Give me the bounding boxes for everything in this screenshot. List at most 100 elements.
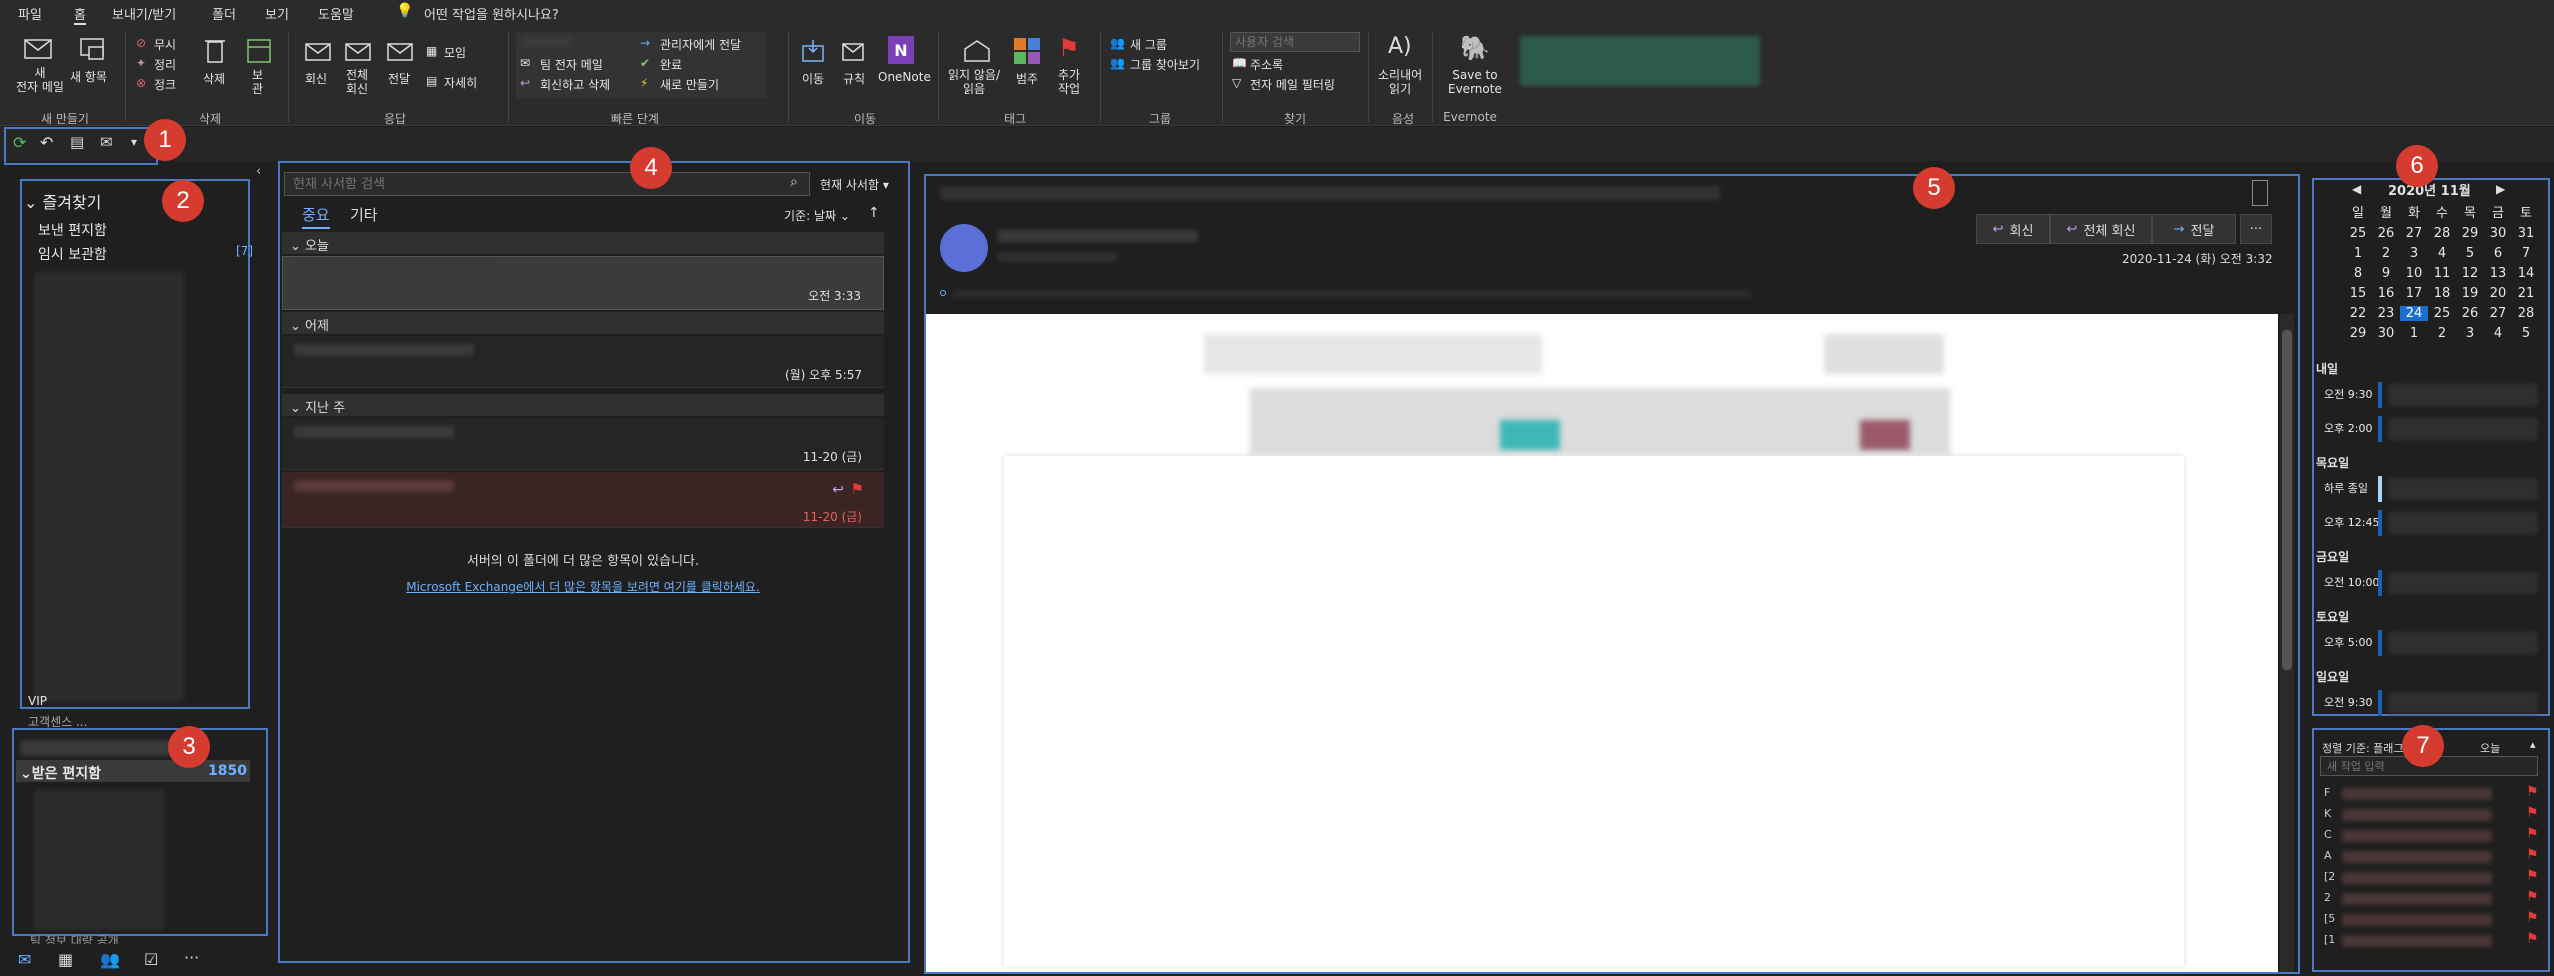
calendar-day[interactable]: 2: [2372, 246, 2400, 261]
task-item[interactable]: C ⚑: [2320, 826, 2544, 846]
onenote-icon[interactable]: N: [888, 36, 914, 64]
calendar-day[interactable]: 22: [2344, 306, 2372, 321]
calendar-day[interactable]: 9: [2372, 266, 2400, 281]
calendar-day[interactable]: 11: [2428, 266, 2456, 281]
calendar-day[interactable]: 1: [2344, 246, 2372, 261]
reply-button[interactable]: 회신: [305, 70, 327, 87]
delete-button[interactable]: 삭제: [203, 70, 225, 87]
trash-icon[interactable]: [200, 34, 230, 66]
calendar-day[interactable]: 4: [2428, 246, 2456, 261]
reply-all-icon[interactable]: [342, 38, 374, 66]
flag-icon[interactable]: ⚑: [1058, 34, 1080, 62]
collapse-icon[interactable]: ▴: [2530, 738, 2536, 751]
task-item[interactable]: [2 ⚑: [2320, 868, 2544, 888]
message-item[interactable]: 오전 3:33: [282, 256, 884, 310]
more-items-link[interactable]: Microsoft Exchange에서 더 많은 항목을 보려면 여기를 클릭…: [282, 578, 884, 595]
flag-icon[interactable]: ⚑: [2526, 847, 2539, 863]
task-item[interactable]: A ⚑: [2320, 847, 2544, 867]
calendar-day[interactable]: 14: [2512, 266, 2540, 281]
browse-groups-button[interactable]: 그룹 찾아보기: [1130, 56, 1200, 73]
tell-me-search[interactable]: 어떤 작업을 원하시나요?: [424, 4, 559, 23]
calendar-day[interactable]: 27: [2400, 226, 2428, 241]
read-unread-button[interactable]: 읽지 않음/ 읽음: [948, 68, 1000, 96]
calendar-day[interactable]: 4: [2484, 326, 2512, 341]
calendar-day[interactable]: 3: [2456, 326, 2484, 341]
rules-button[interactable]: 규칙: [843, 70, 865, 87]
read-aloud-icon[interactable]: A): [1388, 34, 1412, 59]
calendar-day[interactable]: 30: [2484, 226, 2512, 241]
folder-sent[interactable]: 보낸 편지함: [38, 220, 107, 240]
agenda-item[interactable]: 하루 종일: [2312, 474, 2544, 504]
flag-icon[interactable]: ⚑: [851, 480, 864, 498]
flag-icon[interactable]: ⚑: [2526, 805, 2539, 821]
message-item-flagged[interactable]: ↩ ⚑ 11-20 (금): [282, 472, 884, 528]
task-item[interactable]: [1 ⚑: [2320, 931, 2544, 951]
prev-month-icon[interactable]: ◀: [2352, 182, 2361, 196]
new-email-button[interactable]: 새 전자 메일: [14, 66, 66, 94]
calendar-day[interactable]: 25: [2428, 306, 2456, 321]
calendar-day[interactable]: 26: [2456, 306, 2484, 321]
read-unread-icon[interactable]: [962, 36, 992, 66]
calendar-day[interactable]: 12: [2456, 266, 2484, 281]
agenda-item[interactable]: 오후 2:00: [2312, 414, 2544, 444]
flag-icon[interactable]: ⚑: [2526, 910, 2539, 926]
flag-icon[interactable]: ⚑: [2526, 868, 2539, 884]
calendar-icon[interactable]: ▦: [58, 950, 73, 969]
evernote-icon[interactable]: 🐘: [1460, 34, 1490, 62]
move-button[interactable]: 이동: [802, 70, 824, 87]
agenda-item[interactable]: 오전 10:00: [2312, 568, 2544, 598]
next-month-icon[interactable]: ▶: [2496, 182, 2505, 196]
message-item[interactable]: 11-20 (금): [282, 418, 884, 470]
calendar-day[interactable]: 16: [2372, 286, 2400, 301]
forward-button[interactable]: 전달: [388, 70, 410, 87]
more-modules-icon[interactable]: ···: [184, 948, 199, 967]
calendar-day[interactable]: 1: [2400, 326, 2428, 341]
scrollbar-thumb[interactable]: [2282, 330, 2292, 670]
calendar-day[interactable]: 28: [2512, 306, 2540, 321]
sort-dropdown[interactable]: 기준: 날짜 ⌄: [784, 207, 850, 224]
flag-icon[interactable]: ⚑: [2526, 931, 2539, 947]
calendar-day[interactable]: 27: [2484, 306, 2512, 321]
meeting-button[interactable]: 모임: [444, 44, 466, 61]
flag-icon[interactable]: ⚑: [2526, 826, 2539, 842]
people-icon[interactable]: 👥: [100, 950, 120, 969]
read-aloud-button[interactable]: 소리내어 읽기: [1378, 68, 1422, 96]
search-scope-dropdown[interactable]: 현재 사서함 ▾: [820, 176, 889, 193]
address-book-button[interactable]: 주소록: [1250, 56, 1283, 73]
ignore-button[interactable]: 무시: [154, 36, 176, 53]
expand-header-icon[interactable]: [2252, 180, 2268, 206]
tasks-sort[interactable]: 정렬 기준: 플래그: [2322, 740, 2404, 756]
calendar-day[interactable]: 29: [2456, 226, 2484, 241]
tasks-today[interactable]: 오늘: [2480, 740, 2500, 756]
calendar-day[interactable]: 21: [2512, 286, 2540, 301]
agenda-item[interactable]: 오전 9:30: [2312, 688, 2544, 718]
search-icon[interactable]: ⌕: [790, 174, 798, 190]
onenote-button[interactable]: OneNote: [878, 70, 931, 84]
new-items-button[interactable]: 새 항목: [70, 68, 107, 85]
move-icon[interactable]: [798, 36, 828, 66]
calendar-day[interactable]: 15: [2344, 286, 2372, 301]
archive-icon[interactable]: [244, 34, 274, 66]
filter-email-button[interactable]: 전자 메일 필터링: [1250, 76, 1335, 93]
favorites-header[interactable]: ⌄ 즐겨찾기: [24, 189, 101, 213]
search-people-input[interactable]: [1230, 32, 1360, 52]
reply-button[interactable]: ↩ 회신: [1976, 214, 2050, 244]
menu-help[interactable]: 도움말: [318, 4, 354, 23]
reply-all-button[interactable]: ↩ 전체 회신: [2050, 214, 2152, 244]
quickstep-done[interactable]: 완료: [660, 56, 682, 73]
quickstep-reply-delete[interactable]: 회신하고 삭제: [540, 76, 610, 93]
calendar-day[interactable]: 29: [2344, 326, 2372, 341]
cleanup-button[interactable]: 정리: [154, 56, 176, 73]
calendar-day[interactable]: 23: [2372, 306, 2400, 321]
reply-all-button[interactable]: 전체 회신: [346, 68, 368, 96]
more-actions-button[interactable]: ···: [2240, 214, 2272, 244]
tasks-icon[interactable]: ☑: [144, 950, 158, 969]
flag-icon[interactable]: ⚑: [2526, 889, 2539, 905]
agenda-item[interactable]: 오후 5:00: [2312, 628, 2544, 658]
followup-button[interactable]: 추가 작업: [1058, 68, 1080, 96]
calendar-day[interactable]: 8: [2344, 266, 2372, 281]
forward-button[interactable]: → 전달: [2152, 214, 2236, 244]
quickstep-team-email[interactable]: 팀 전자 메일: [540, 56, 603, 73]
calendar-day[interactable]: 28: [2428, 226, 2456, 241]
forward-icon[interactable]: [384, 38, 416, 66]
